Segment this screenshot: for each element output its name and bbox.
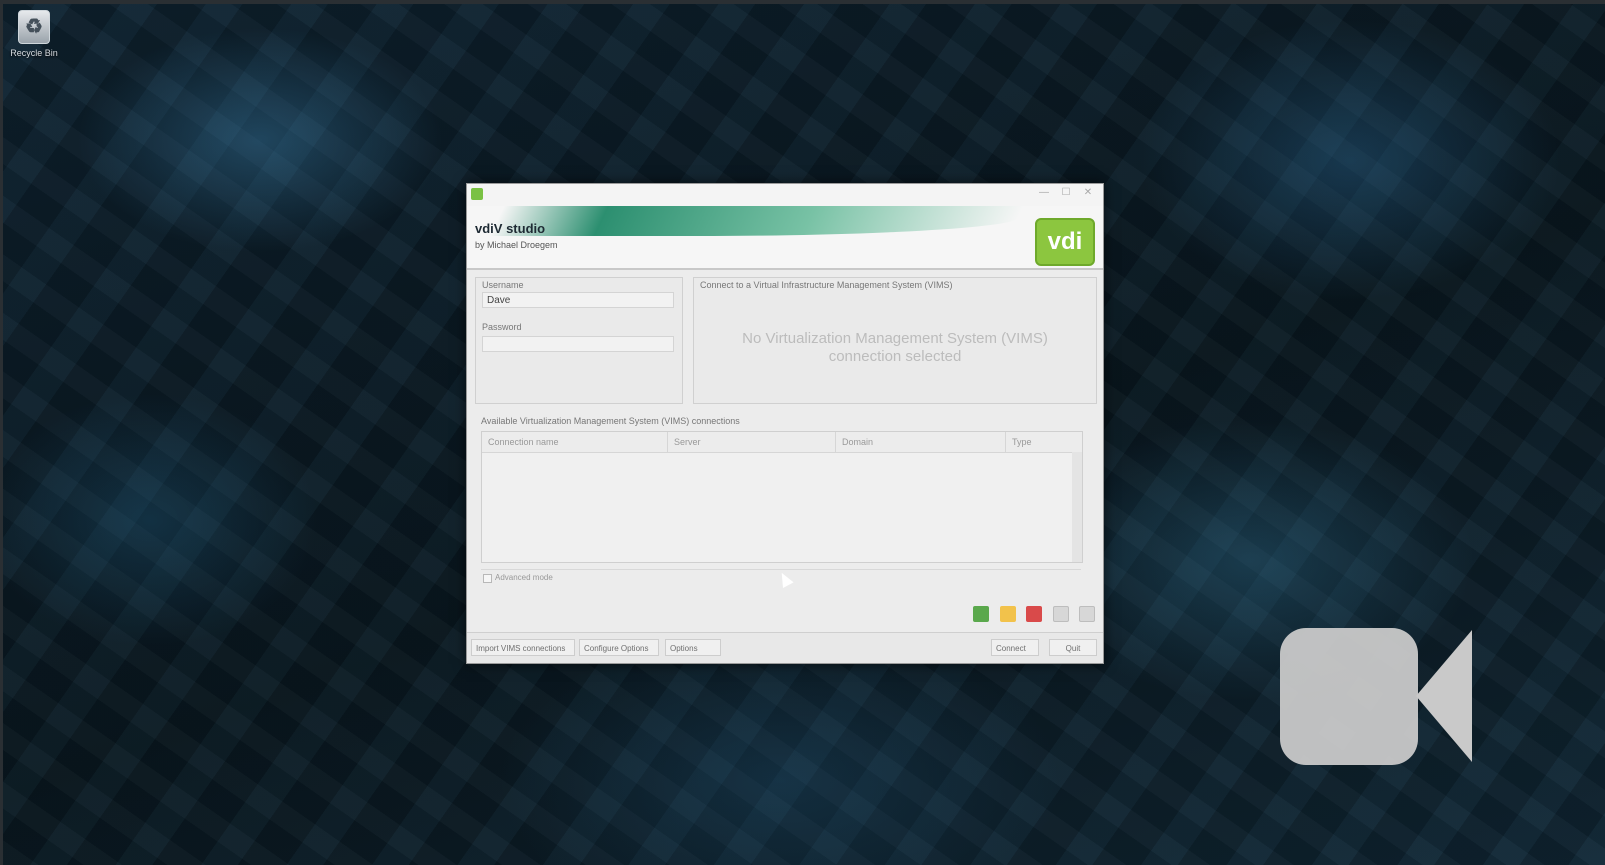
login-panel: Username Dave Password (475, 277, 683, 404)
desktop-icon-label: Recycle Bin (10, 48, 58, 58)
close-button[interactable]: ✕ (1079, 187, 1097, 201)
column-domain[interactable]: Domain (836, 432, 1006, 452)
connections-section-title: Available Virtualization Management Syst… (481, 416, 740, 426)
video-camera-lens (1416, 630, 1472, 762)
configure-options-button[interactable]: Configure Options (579, 639, 659, 656)
minimize-button[interactable]: — (1035, 187, 1053, 201)
advanced-mode-checkbox[interactable] (483, 574, 492, 583)
nav-right-icon[interactable] (1079, 605, 1095, 622)
password-label: Password (482, 322, 522, 332)
title-bar[interactable]: — ☐ ✕ (467, 184, 1103, 206)
recycle-bin-icon: ♻ (18, 10, 50, 44)
add-icon[interactable] (973, 605, 990, 622)
password-field[interactable] (482, 336, 674, 352)
vdi-studio-dialog: — ☐ ✕ vdiV studio by Michael Droegem vdi… (466, 183, 1104, 664)
app-icon (471, 188, 483, 200)
import-vims-button[interactable]: Import VIMS connections (471, 639, 575, 656)
maximize-button[interactable]: ☐ (1057, 187, 1075, 201)
quit-button[interactable]: Quit (1049, 639, 1097, 656)
column-connection-name[interactable]: Connection name (482, 432, 668, 452)
connection-panel: Connect to a Virtual Infrastructure Mana… (693, 277, 1097, 404)
video-camera-body (1280, 628, 1418, 765)
no-connection-message: No Virtualization Management System (VIM… (742, 330, 1048, 365)
banner-swoosh (490, 206, 1024, 236)
column-server[interactable]: Server (668, 432, 836, 452)
connection-panel-header: Connect to a Virtual Infrastructure Mana… (700, 280, 953, 290)
connections-table[interactable]: Connection name Server Domain Type (481, 431, 1083, 563)
options-dropdown[interactable]: Options (665, 639, 721, 656)
app-name: vdiV studio (475, 221, 546, 236)
header-banner: vdiV studio by Michael Droegem vdi (467, 206, 1103, 270)
connection-toolbar (967, 605, 1095, 623)
edit-icon[interactable] (999, 605, 1016, 622)
table-header: Connection name Server Domain Type (482, 432, 1082, 453)
delete-icon[interactable] (1026, 605, 1043, 622)
app-author: by Michael Droegem (475, 240, 558, 250)
table-scrollbar[interactable] (1072, 452, 1082, 562)
column-type[interactable]: Type (1006, 432, 1082, 452)
app-logo: vdi (1035, 218, 1095, 266)
video-camera-icon (1280, 628, 1480, 768)
connect-button[interactable]: Connect (991, 639, 1039, 656)
nav-left-icon[interactable] (1052, 605, 1069, 622)
username-field[interactable]: Dave (482, 292, 674, 308)
recycle-bin-shortcut[interactable]: ♻ Recycle Bin (6, 10, 62, 68)
bottom-button-bar: Import VIMS connections Configure Option… (467, 632, 1103, 663)
advanced-mode-label: Advanced mode (495, 573, 553, 582)
username-label: Username (482, 280, 524, 290)
